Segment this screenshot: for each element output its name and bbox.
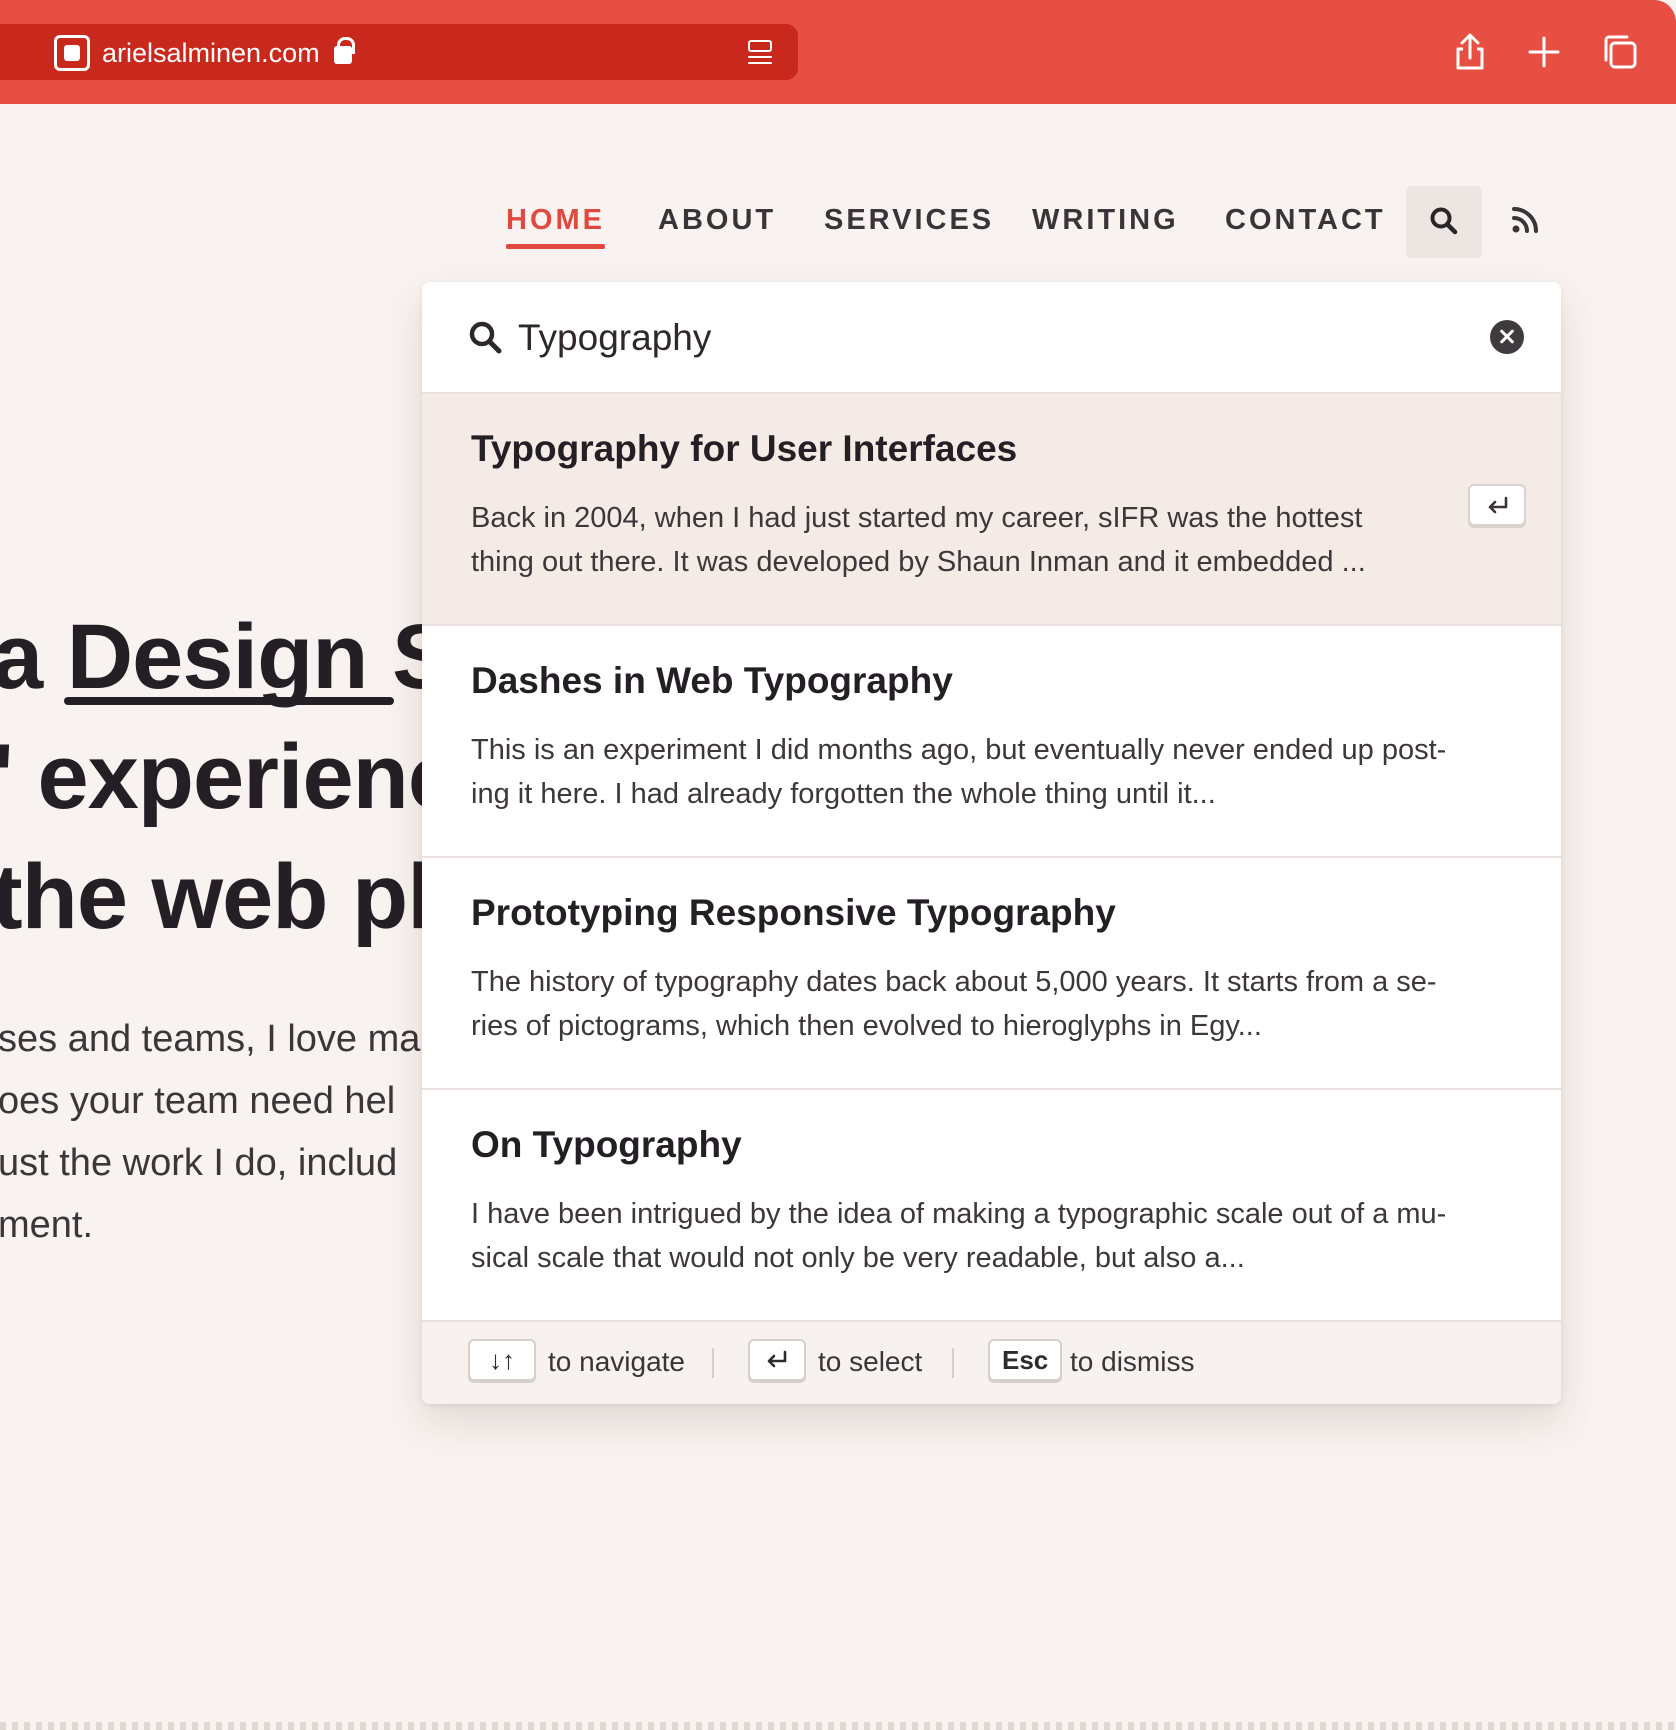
magnifier-icon: [469, 321, 502, 354]
result-excerpt: The history of typography dates back abo…: [471, 966, 1437, 1042]
nav-item-contact[interactable]: CONTACT: [1225, 190, 1386, 250]
nav-item-home[interactable]: HOME: [506, 190, 605, 250]
search-result[interactable]: Typography for User Interfaces Back in 2…: [422, 394, 1561, 626]
return-key-icon: [767, 1350, 787, 1368]
dismiss-hint: to dismiss: [1070, 1346, 1195, 1377]
navigate-hint: to navigate: [548, 1346, 685, 1377]
hero-body-line-3: ust the work I do, includ: [0, 1142, 398, 1184]
search-icon: [1430, 207, 1458, 235]
hero-body-line-2: oes your team need hel: [0, 1080, 396, 1122]
hero-heading-line-3: the web pla: [0, 846, 483, 948]
select-key: [748, 1339, 806, 1381]
browser-toolbar: arielsalminen.com: [0, 0, 1676, 104]
esc-key: Esc: [988, 1339, 1063, 1381]
navigate-key: ↓↑: [468, 1339, 536, 1381]
search-footer: ↓↑ to navigate to select Esc to dismiss: [422, 1322, 1561, 1404]
result-title: Typography for User Interfaces: [471, 428, 1018, 469]
new-tab-icon[interactable]: [1522, 30, 1566, 74]
url-text[interactable]: arielsalminen.com: [102, 36, 320, 70]
search-result[interactable]: On Typography I have been intrigued by t…: [422, 1090, 1561, 1322]
nav-item-about[interactable]: ABOUT: [658, 190, 776, 250]
site-favicon-icon: [54, 35, 90, 71]
page-bottom-border: [0, 1722, 1676, 1730]
tabs-icon[interactable]: [1598, 30, 1642, 74]
reader-icon[interactable]: [748, 38, 774, 68]
hero-heading-prefix: a: [0, 606, 43, 708]
result-excerpt: I have been intrigued by the idea of mak…: [471, 1198, 1447, 1274]
rss-icon[interactable]: [1510, 205, 1540, 235]
result-excerpt: This is an experiment I did months ago, …: [471, 734, 1447, 810]
footer-divider: [712, 1348, 714, 1378]
hero-underline: [64, 697, 394, 705]
footer-divider: [952, 1348, 954, 1378]
search-header: [422, 282, 1561, 394]
select-hint: to select: [818, 1346, 923, 1377]
search-panel: Typography for User Interfaces Back in 2…: [422, 282, 1561, 1404]
result-excerpt: Back in 2004, when I had just started my…: [471, 502, 1366, 578]
nav-item-services[interactable]: SERVICES: [824, 190, 994, 250]
nav-item-writing[interactable]: WRITING: [1032, 190, 1179, 250]
return-key-badge: [1468, 484, 1526, 526]
return-key-icon: [1488, 496, 1508, 514]
result-title: Dashes in Web Typography: [471, 660, 953, 701]
clear-icon[interactable]: [1490, 320, 1524, 354]
search-input[interactable]: [518, 308, 1438, 368]
share-icon[interactable]: [1448, 30, 1492, 74]
nav-search-button[interactable]: [1406, 186, 1482, 258]
search-result[interactable]: Prototyping Responsive Typography The hi…: [422, 858, 1561, 1090]
search-result[interactable]: Dashes in Web Typography This is an expe…: [422, 626, 1561, 858]
result-title: On Typography: [471, 1124, 742, 1165]
lock-icon: [334, 37, 355, 64]
hero-body-line-4: ment.: [0, 1204, 94, 1246]
hero-body-line-1: ses and teams, I love ma: [0, 1018, 421, 1060]
result-title: Prototyping Responsive Typography: [471, 892, 1116, 933]
